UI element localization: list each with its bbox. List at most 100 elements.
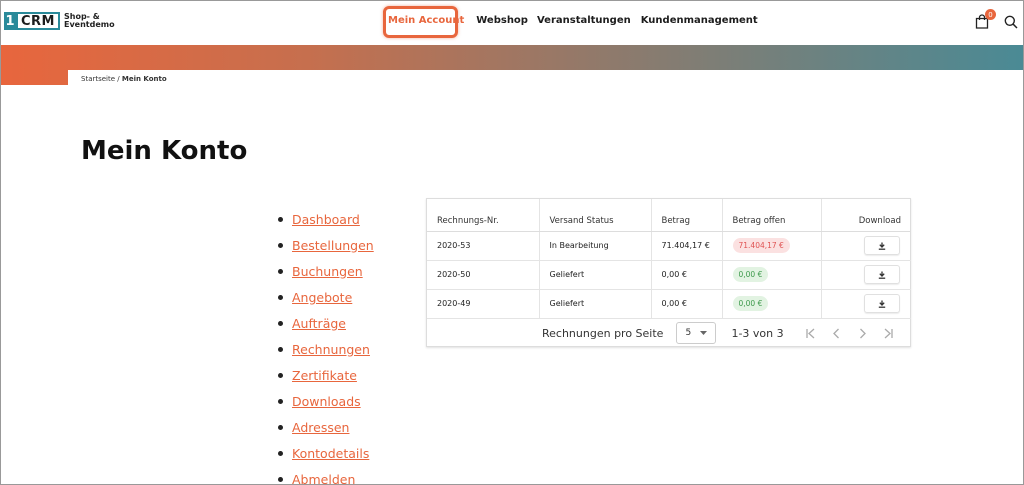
bullet	[278, 242, 283, 248]
menu-link-kontodetails[interactable]: Kontodetails	[292, 446, 369, 461]
column-header-rechnungs-nr[interactable]: Rechnungs-Nr.	[427, 199, 539, 232]
pagination-bar: Rechnungen pro Seite 5 1-3 von 3	[427, 319, 911, 347]
bullet	[278, 372, 283, 378]
logo-text: Shop- & Eventdemo	[64, 13, 115, 29]
download-button[interactable]	[863, 294, 900, 313]
bullet	[278, 216, 283, 222]
cart-count-badge: 0	[985, 9, 996, 20]
nav-item-mein-account[interactable]: Mein Account	[388, 15, 464, 26]
cell-invoice-number: 2020-53	[427, 231, 539, 261]
logo-crm: CRM	[16, 12, 60, 30]
download-icon	[878, 271, 885, 279]
logo-number: 1	[4, 12, 16, 30]
bullet	[278, 398, 283, 404]
menu-item: Zertifikate	[278, 362, 374, 388]
menu-item: Kontodetails	[278, 440, 374, 466]
open-amount-badge: 71.404,17 €	[732, 238, 790, 253]
rows-per-page-select[interactable]: 5	[676, 322, 717, 344]
breadcrumb-separator: /	[115, 75, 122, 83]
menu-item: Adressen	[278, 414, 374, 440]
breadcrumb-current: Mein Konto	[121, 75, 167, 83]
breadcrumb-home[interactable]: Startseite	[81, 75, 115, 83]
cell-download	[820, 260, 911, 290]
menu-link-rechnungen[interactable]: Rechnungen	[292, 342, 370, 357]
menu-item: Bestellungen	[278, 232, 374, 258]
menu-link-abmelden[interactable]: Abmelden	[292, 472, 355, 485]
cell-shipping-status: Geliefert	[538, 260, 651, 290]
cell-amount-open: 0,00 €	[721, 260, 821, 290]
bullet	[278, 294, 283, 300]
table-row: 2020-49 Geliefert 0,00 € 0,00 €	[427, 289, 911, 319]
site-header: 1 CRM Shop- & Eventdemo Mein Account Web…	[0, 0, 1024, 45]
bullet	[278, 268, 283, 274]
cell-shipping-status: In Bearbeitung	[538, 231, 651, 261]
rows-per-page-label: Rechnungen pro Seite	[542, 326, 664, 340]
bullet	[278, 424, 283, 430]
cell-download	[820, 231, 911, 261]
column-header-versand-status[interactable]: Versand Status	[538, 199, 651, 232]
column-header-download: Download	[820, 199, 911, 232]
nav-item-kundenmanagement[interactable]: Kundenmanagement	[641, 15, 758, 26]
menu-item: Rechnungen	[278, 336, 374, 362]
nav-item-veranstaltungen[interactable]: Veranstaltungen	[537, 15, 631, 26]
menu-item: Buchungen	[278, 258, 374, 284]
site-logo[interactable]: 1 CRM Shop- & Eventdemo	[4, 12, 115, 30]
logo-line2: Eventdemo	[64, 20, 115, 29]
cell-shipping-status: Geliefert	[538, 289, 651, 319]
cell-amount: 0,00 €	[650, 260, 722, 290]
nav-item-webshop[interactable]: Webshop	[476, 15, 528, 26]
menu-item: Aufträge	[278, 310, 374, 336]
menu-item: Abmelden	[278, 466, 374, 485]
search-icon[interactable]	[1004, 15, 1018, 29]
account-menu: Dashboard Bestellungen Buchungen Angebot…	[278, 206, 374, 485]
invoice-table: Rechnungs-Nr. Versand Status Betrag Betr…	[427, 199, 911, 319]
table-row: 2020-53 In Bearbeitung 71.404,17 € 71.40…	[427, 231, 911, 261]
menu-item: Dashboard	[278, 206, 374, 232]
bullet	[278, 450, 283, 456]
pagination-range: 1-3 von 3	[731, 326, 784, 340]
rows-per-page-value: 5	[685, 328, 692, 338]
cell-download	[820, 289, 911, 319]
open-amount-badge: 0,00 €	[732, 296, 769, 311]
menu-link-auftraege[interactable]: Aufträge	[292, 316, 346, 331]
download-icon	[878, 242, 885, 250]
column-header-betrag-offen[interactable]: Betrag offen	[721, 199, 821, 232]
breadcrumb: Startseite / Mein Konto	[81, 75, 167, 83]
pagination-controls	[804, 328, 896, 339]
main-nav: Mein Account Webshop Veranstaltungen Kun…	[386, 15, 758, 26]
menu-link-adressen[interactable]: Adressen	[292, 420, 349, 435]
menu-link-downloads[interactable]: Downloads	[292, 394, 361, 409]
menu-link-dashboard[interactable]: Dashboard	[292, 212, 360, 227]
table-row: 2020-50 Geliefert 0,00 € 0,00 €	[427, 260, 911, 290]
previous-page-icon[interactable]	[830, 328, 844, 339]
cell-amount: 71.404,17 €	[650, 231, 722, 261]
menu-link-zertifikate[interactable]: Zertifikate	[292, 368, 357, 383]
menu-link-bestellungen[interactable]: Bestellungen	[292, 238, 374, 253]
menu-link-buchungen[interactable]: Buchungen	[292, 264, 363, 279]
menu-link-angebote[interactable]: Angebote	[292, 290, 352, 305]
cell-amount-open: 71.404,17 €	[721, 231, 821, 261]
last-page-icon[interactable]	[882, 328, 896, 339]
invoice-table-card: Rechnungs-Nr. Versand Status Betrag Betr…	[426, 198, 911, 347]
menu-item: Downloads	[278, 388, 374, 414]
bullet	[278, 320, 283, 326]
bullet	[278, 346, 283, 352]
breadcrumb-bar	[68, 70, 1024, 90]
bullet	[278, 476, 283, 482]
logo-mark: 1 CRM	[4, 12, 60, 30]
download-icon	[878, 300, 885, 308]
page-title: Mein Konto	[81, 136, 248, 166]
download-button[interactable]	[863, 236, 900, 255]
cell-invoice-number: 2020-50	[427, 260, 539, 290]
open-amount-badge: 0,00 €	[732, 267, 769, 282]
table-header-row: Rechnungs-Nr. Versand Status Betrag Betr…	[427, 199, 911, 232]
download-button[interactable]	[863, 265, 900, 284]
cell-amount-open: 0,00 €	[721, 289, 821, 319]
caret-down-icon	[700, 331, 708, 335]
column-header-betrag[interactable]: Betrag	[650, 199, 722, 232]
cell-amount: 0,00 €	[650, 289, 722, 319]
next-page-icon[interactable]	[856, 328, 870, 339]
menu-item: Angebote	[278, 284, 374, 310]
cell-invoice-number: 2020-49	[427, 289, 539, 319]
first-page-icon[interactable]	[804, 328, 818, 339]
